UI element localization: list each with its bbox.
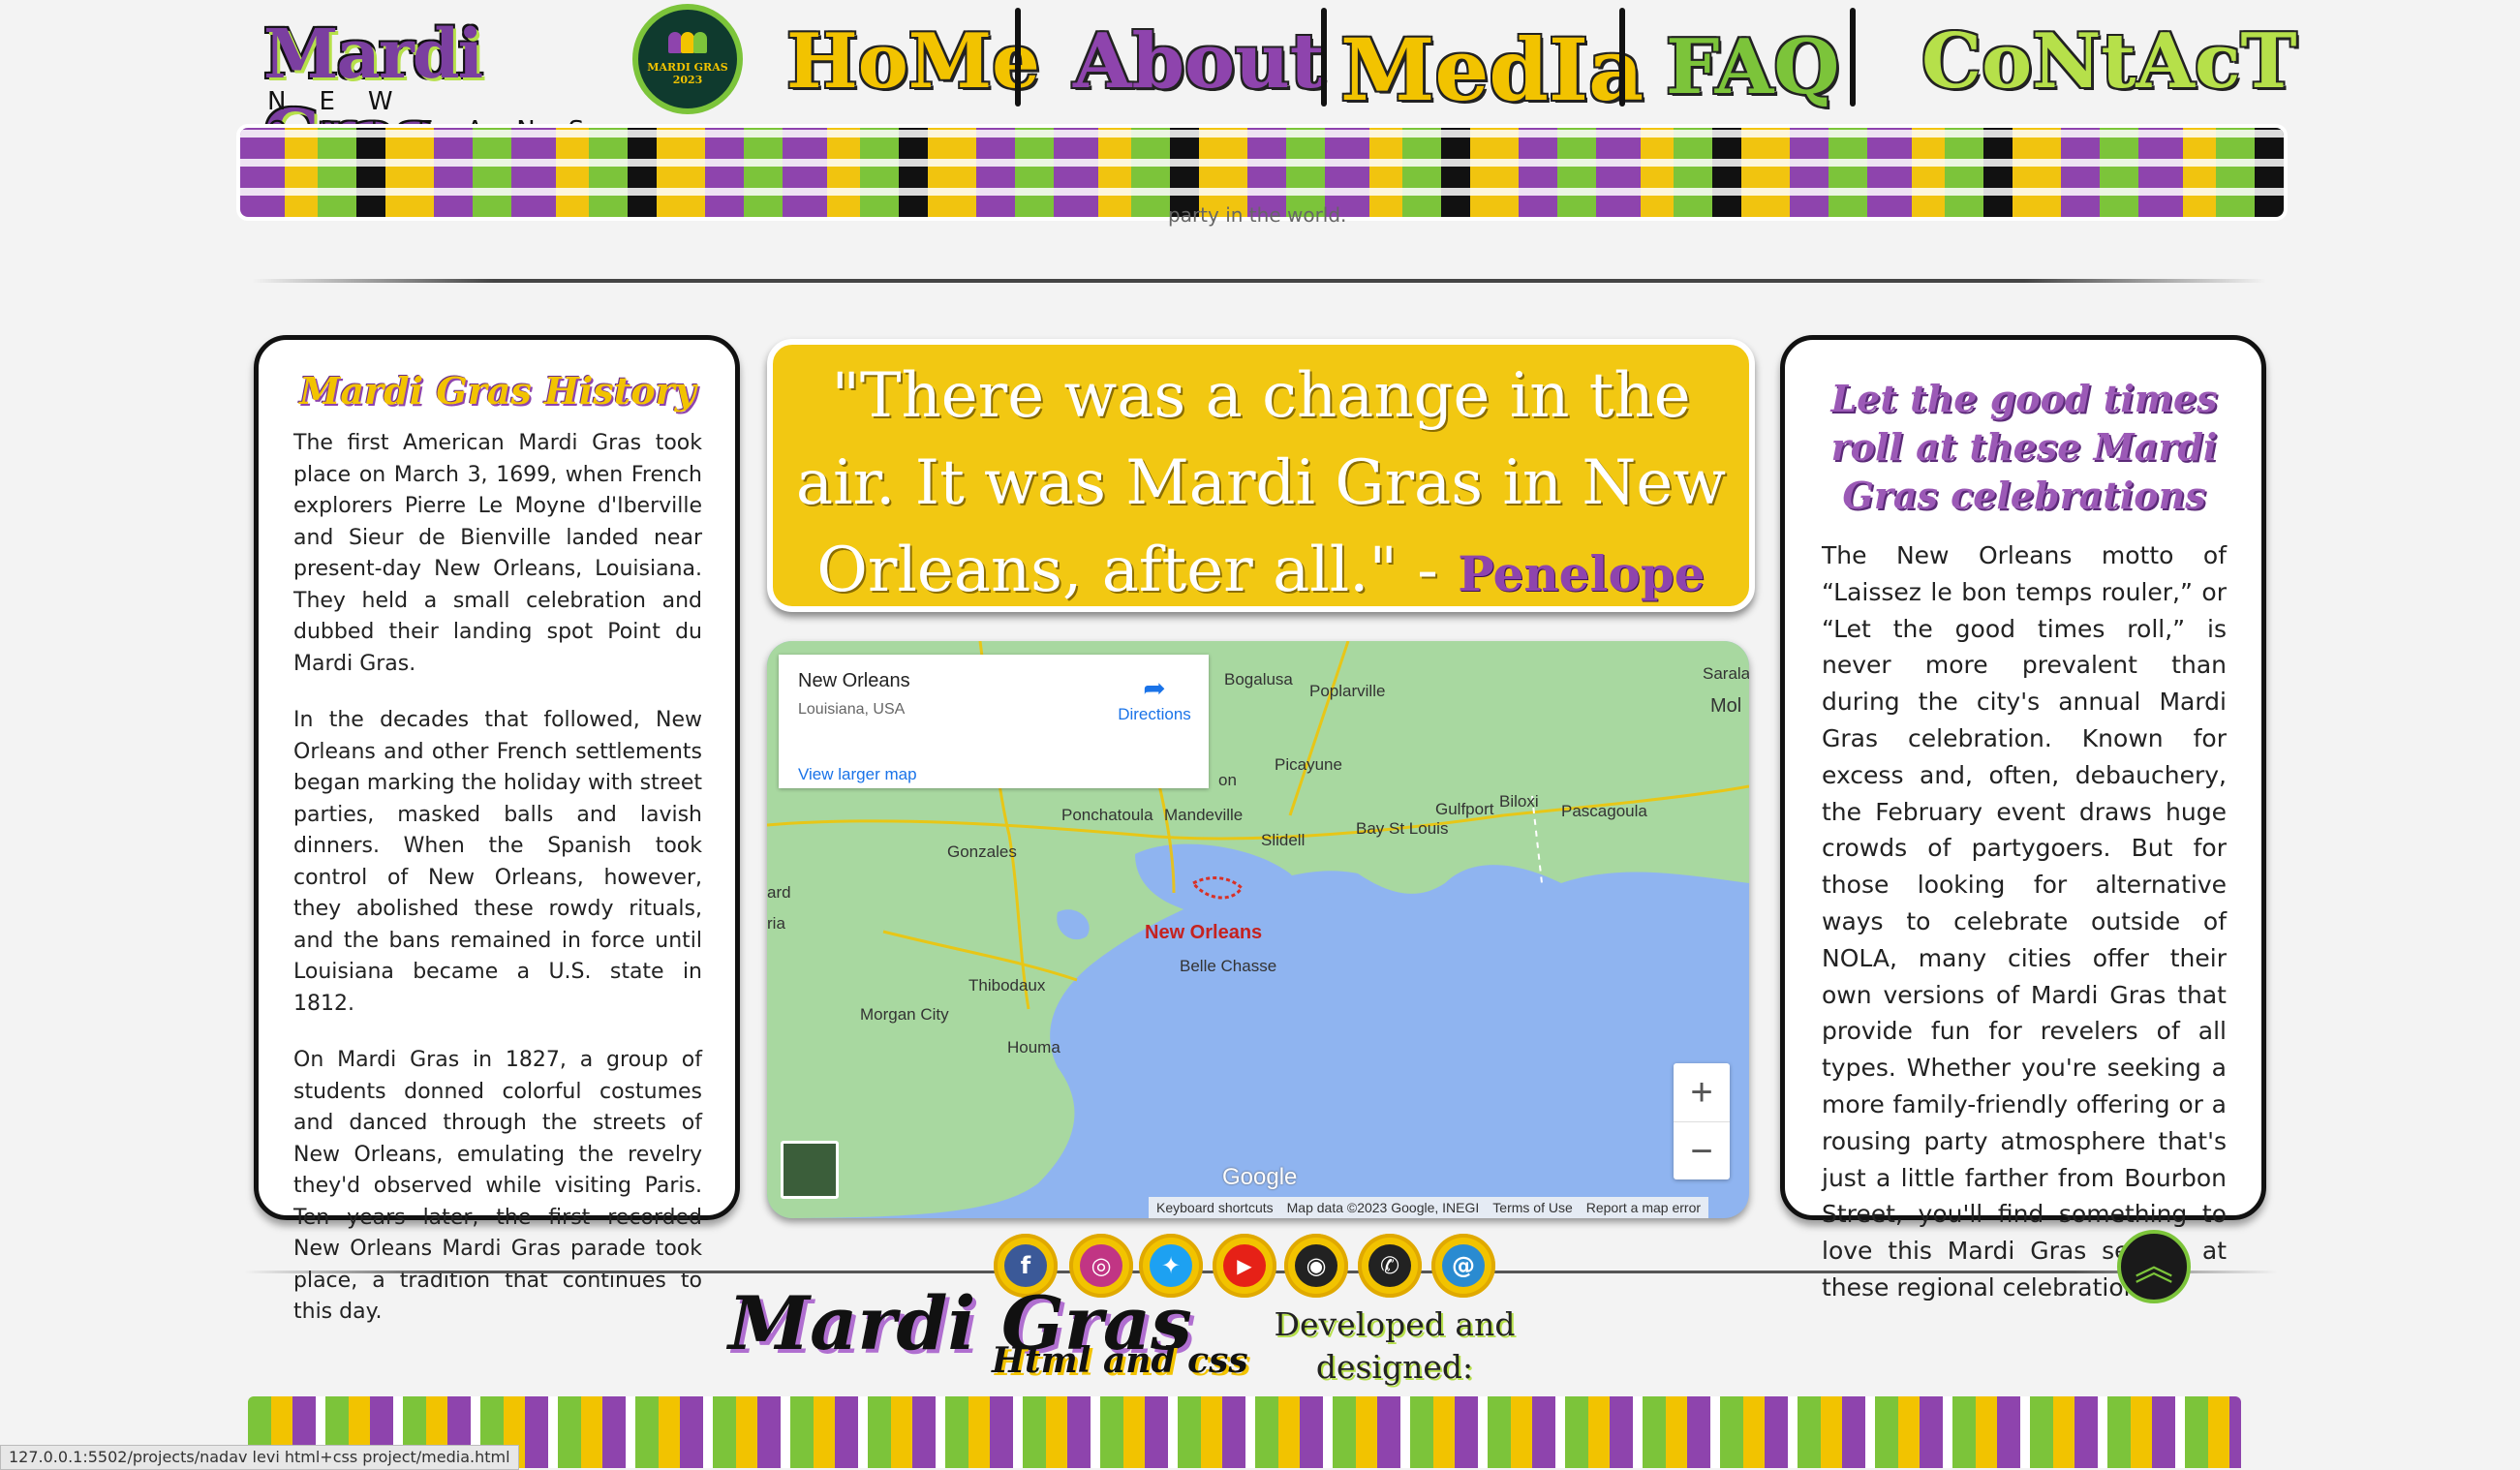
map-place-label: on <box>1218 771 1237 789</box>
map-layer-toggle[interactable] <box>781 1141 839 1199</box>
map-data-credit: Map data ©2023 Google, INEGI <box>1286 1200 1480 1215</box>
keyboard-shortcuts-link[interactable]: Keyboard shortcuts <box>1156 1200 1274 1215</box>
nav-media[interactable]: MedIa <box>1340 21 1644 118</box>
zoom-in-button[interactable]: + <box>1674 1063 1730 1122</box>
map-place-label: Poplarville <box>1309 682 1386 700</box>
celebrations-title: Let the good times roll at these Mardi G… <box>1830 377 2218 517</box>
email-link[interactable]: @ <box>1431 1234 1495 1298</box>
nav-separator <box>1619 8 1625 107</box>
quote-box: "There was a change in the air. It was M… <box>767 339 1755 693</box>
nav-contact[interactable]: CoNtAcT <box>1921 14 2297 110</box>
youtube-icon: ▶ <box>1223 1244 1266 1287</box>
map-place-label: Gonzales <box>947 842 1017 861</box>
main-nav: HoMe About MedIa FAQ CoNtAcT <box>0 0 2520 118</box>
back-to-top-button[interactable]: ︽ <box>2117 1230 2191 1303</box>
map-footer: Keyboard shortcuts Map data ©2023 Google… <box>1149 1197 1709 1218</box>
map-place-label: Houma <box>1007 1038 1060 1057</box>
report-map-error-link[interactable]: Report a map error <box>1586 1200 1701 1215</box>
map-place-label: Mandeville <box>1164 806 1244 824</box>
browser-status-url: 127.0.0.1:5502/projects/nadav levi html+… <box>0 1445 519 1470</box>
history-card: Mardi Gras History The first American Ma… <box>254 335 740 1324</box>
youtube-link[interactable]: ▶ <box>1213 1234 1276 1298</box>
map-place-label: Belle Chasse <box>1180 957 1277 975</box>
map-place-label: ard <box>767 883 791 902</box>
terms-link[interactable]: Terms of Use <box>1492 1200 1572 1215</box>
history-paragraph: The first American Mardi Gras took place… <box>293 431 702 676</box>
tripadvisor-link[interactable]: ◉ <box>1284 1234 1348 1298</box>
map-place-label: Morgan City <box>860 1005 949 1024</box>
history-paragraph: On Mardi Gras in 1827, a group of studen… <box>293 1048 702 1324</box>
map-place-label: Mol <box>1710 695 1742 717</box>
map-place-label: ria <box>767 914 785 933</box>
developer-credit-line1: Developed and designed: <box>1274 1305 1516 1386</box>
chevron-up-icon: ︽ <box>2135 1244 2173 1289</box>
phone-link[interactable]: ✆ <box>1358 1234 1422 1298</box>
directions-label: Directions <box>1118 705 1191 723</box>
footer-beads-strip <box>248 1396 2241 1468</box>
map-place-label: Thibodaux <box>968 976 1046 995</box>
view-larger-map-link[interactable]: View larger map <box>798 765 917 784</box>
map-place-label: Pascagoula <box>1561 802 1647 820</box>
map-place-label: Ponchatoula <box>1061 806 1153 824</box>
section-divider <box>252 279 2266 283</box>
celebrations-paragraph: The New Orleans motto of “Laissez le bon… <box>1822 541 2227 1302</box>
history-paragraph: In the decades that followed, New Orlean… <box>293 708 702 1016</box>
embedded-map[interactable]: Bogalusa Poplarville Picayune Gulfport B… <box>767 641 1749 1218</box>
footer-logo-sub: Html and css <box>992 1340 1248 1381</box>
map-place-label: Slidell <box>1261 831 1306 849</box>
map-place-label: Picayune <box>1275 755 1342 774</box>
map-place-label: Sarala <box>1703 664 1749 683</box>
map-zoom-controls: + − <box>1674 1063 1730 1179</box>
tripadvisor-icon: ◉ <box>1295 1244 1337 1287</box>
map-place-title: New Orleans <box>798 670 910 691</box>
nav-separator <box>1015 8 1021 107</box>
nav-home[interactable]: HoMe <box>786 14 1040 110</box>
phone-icon: ✆ <box>1368 1244 1411 1287</box>
email-icon: @ <box>1442 1244 1485 1287</box>
map-place-label: Gulfport <box>1435 800 1494 818</box>
nav-about[interactable]: About <box>1073 14 1325 110</box>
nav-separator <box>1321 8 1327 107</box>
map-place-label: Bogalusa <box>1224 670 1293 689</box>
map-place-label: Bay St Louis <box>1356 819 1449 838</box>
zoom-out-button[interactable]: − <box>1674 1122 1730 1180</box>
google-logo: Google <box>1222 1164 1298 1190</box>
nav-separator <box>1850 8 1856 107</box>
map-place-card: New Orleans Louisiana, USA View larger m… <box>779 655 1209 788</box>
celebrations-card: Let the good times roll at these Mardi G… <box>1780 335 2266 1302</box>
history-title: Mardi Gras History <box>299 369 696 413</box>
map-place-subtitle: Louisiana, USA <box>798 701 906 718</box>
hidden-heading-text: party in the world. <box>1168 203 1347 227</box>
directions-icon: ➦ <box>1143 673 1166 703</box>
directions-button[interactable]: ➦ Directions <box>1106 672 1203 724</box>
nav-faq[interactable]: FAQ <box>1666 19 1839 116</box>
map-place-label: New Orleans <box>1145 922 1263 943</box>
map-place-label: Biloxi <box>1499 792 1539 811</box>
